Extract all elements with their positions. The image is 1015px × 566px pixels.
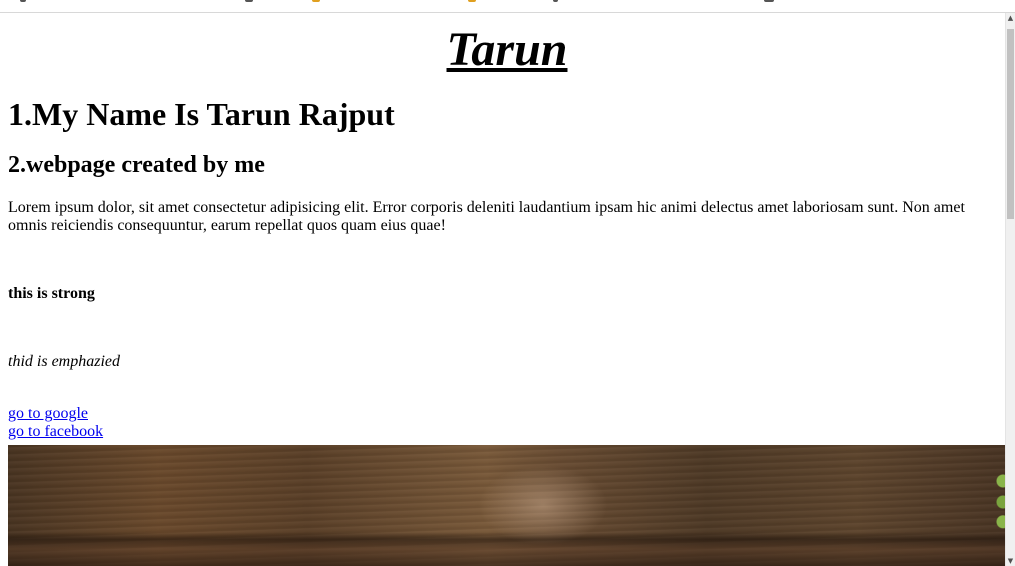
clipped-toolbar-fragment bbox=[764, 0, 774, 2]
clipped-toolbar-fragment bbox=[20, 0, 26, 2]
wooden-table-image bbox=[8, 445, 1006, 566]
name-heading: 1.My Name Is Tarun Rajput bbox=[8, 96, 395, 132]
scroll-up-arrow-icon[interactable]: ▲ bbox=[1006, 13, 1015, 23]
google-link[interactable]: go to google bbox=[8, 405, 1006, 423]
strong-text: this is strong bbox=[8, 285, 95, 302]
clipped-toolbar-fragment bbox=[553, 0, 558, 2]
page-content: Tarun 1.My Name Is Tarun Rajput 2.webpag… bbox=[8, 13, 1006, 566]
lorem-paragraph: Lorem ipsum dolor, sit amet consectetur … bbox=[8, 199, 965, 234]
clipped-toolbar-fragment bbox=[245, 0, 253, 2]
link-list: go to google go to facebook bbox=[8, 405, 1006, 441]
banner-title: Tarun bbox=[446, 23, 568, 76]
light-reflection bbox=[478, 465, 608, 545]
clipped-toolbar-fragment bbox=[312, 0, 320, 2]
browser-top-strip bbox=[0, 0, 1015, 13]
emphasized-text: thid is emphazied bbox=[8, 353, 120, 370]
vertical-scrollbar[interactable]: ▲ ▼ bbox=[1005, 13, 1015, 566]
subheading: 2.webpage created by me bbox=[8, 152, 265, 178]
scroll-down-arrow-icon[interactable]: ▼ bbox=[1006, 556, 1015, 566]
clipped-toolbar-fragment bbox=[468, 0, 476, 2]
scrollbar-thumb[interactable] bbox=[1007, 29, 1014, 219]
facebook-link[interactable]: go to facebook bbox=[8, 423, 1006, 441]
